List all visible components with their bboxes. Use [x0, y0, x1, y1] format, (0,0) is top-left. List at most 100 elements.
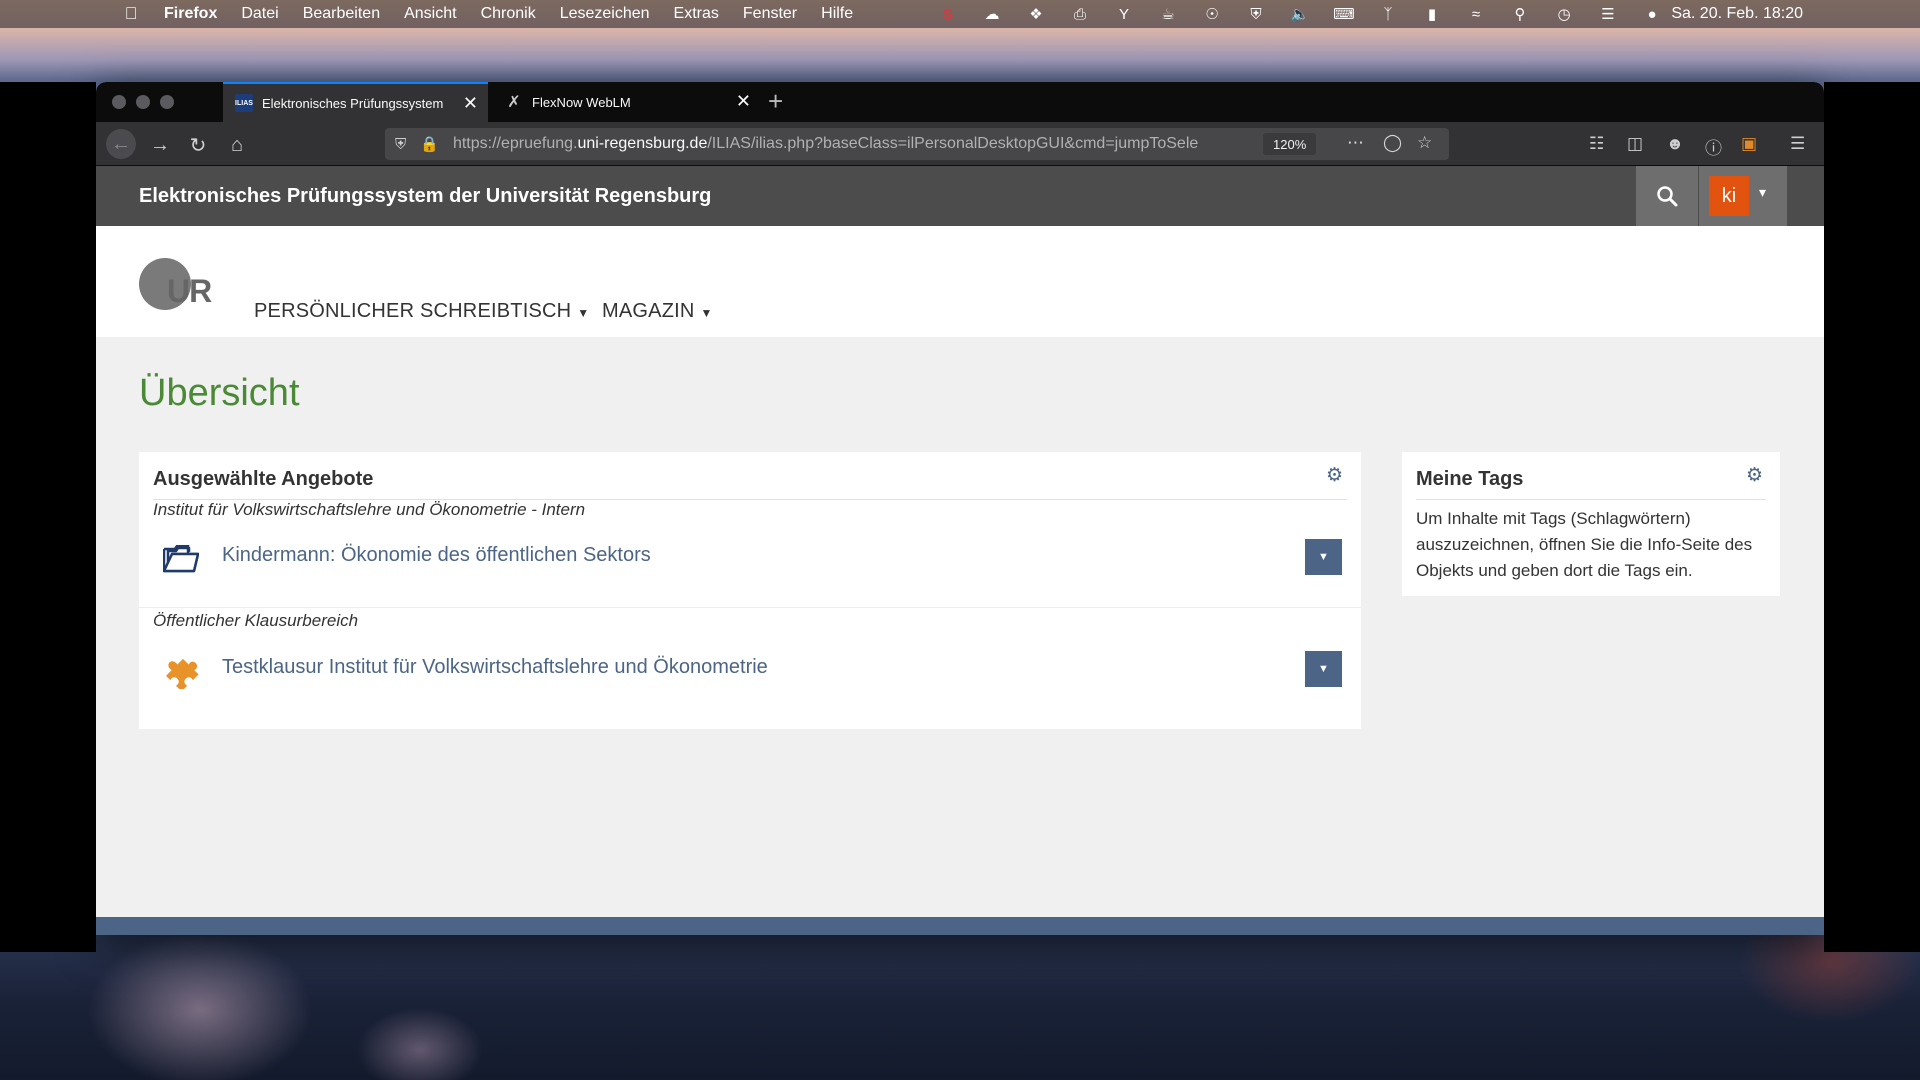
tab-flexnow[interactable]: ✗ FlexNow WebLM ✕ [493, 82, 761, 122]
printer-icon[interactable]: ⎙ [1058, 6, 1102, 23]
actions-dropdown-button[interactable]: ▼ [1305, 539, 1342, 575]
nav-persoenlicher-schreibtisch[interactable]: PERSÖNLICHER SCHREIBTISCH ▼ [254, 300, 589, 323]
new-tab-button[interactable]: + [768, 86, 783, 117]
keyboard-icon[interactable]: ⌨ [1322, 5, 1366, 23]
window-zoom-button[interactable] [160, 95, 174, 109]
selected-offers-panel: Ausgewählte Angebote ⚙ Institut für Volk… [139, 452, 1361, 729]
siri-icon[interactable]: ● [1630, 6, 1674, 23]
app-s-icon[interactable]: S [926, 6, 970, 23]
my-tags-panel: Meine Tags ⚙ Um Inhalte mit Tags (Schlag… [1402, 452, 1780, 596]
antenna-icon[interactable]: Y [1102, 6, 1146, 23]
url-bar[interactable]: ⛨ 🔒 https://epruefung.uni-regensburg.de/… [385, 128, 1449, 160]
volume-icon[interactable]: 🔈 [1278, 5, 1322, 23]
reload-button[interactable]: ↻ [186, 133, 210, 157]
menu-chronik[interactable]: Chronik [481, 5, 536, 23]
page-title: Übersicht [139, 372, 300, 414]
tab-title: Elektronisches Prüfungssystem [262, 95, 444, 111]
battery-icon[interactable]: ▮ [1410, 5, 1454, 23]
menu-ansicht[interactable]: Ansicht [404, 5, 456, 23]
sidebar-icon[interactable]: ◫ [1627, 134, 1643, 154]
list-item: Kindermann: Ökonomie des öffentlichen Se… [139, 523, 1361, 593]
user-menu-button[interactable]: ki ▾ [1699, 166, 1787, 226]
forward-button[interactable]: → [148, 133, 172, 157]
onepassword-icon[interactable]: ☉ [1190, 5, 1234, 23]
spotlight-search-icon[interactable]: ⚲ [1498, 5, 1542, 23]
gear-icon[interactable]: ⚙ [1326, 464, 1343, 487]
site-header: Elektronisches Prüfungssystem der Univer… [96, 166, 1824, 226]
desktop-shadow-right [1824, 82, 1920, 952]
nav-magazin[interactable]: MAGAZIN ▼ [602, 300, 713, 323]
firefox-window: ILIAS Elektronisches Prüfungssystem ✕ ✗ … [96, 82, 1824, 935]
status-icons: S ☁ ❖ ⎙ Y ☕ ☉ ⛨ 🔈 ⌨ ᛉ ▮ ≈ ⚲ ◷ ☰ ● [926, 0, 1674, 28]
main-navigation: UR PERSÖNLICHER SCHREIBTISCH ▼ MAGAZIN ▼ [96, 226, 1824, 337]
tab-ilias[interactable]: ILIAS Elektronisches Prüfungssystem ✕ [223, 82, 488, 122]
actions-dropdown-button[interactable]: ▼ [1305, 651, 1342, 687]
control-center-icon[interactable]: ☰ [1586, 5, 1630, 23]
zoom-indicator[interactable]: 120% [1263, 133, 1317, 155]
search-icon [1657, 186, 1678, 207]
tracking-shield-icon[interactable]: ⛨ [395, 136, 406, 153]
cloud-app-icon[interactable]: ☁ [970, 5, 1014, 23]
panel-heading: Meine Tags [1416, 468, 1524, 490]
divider [139, 607, 1361, 608]
web-page: Elektronisches Prüfungssystem der Univer… [96, 166, 1824, 935]
caret-down-icon: ▼ [577, 306, 590, 320]
search-button[interactable] [1636, 166, 1698, 226]
window-minimize-button[interactable] [136, 95, 150, 109]
puzzle-icon [166, 658, 199, 689]
navigation-toolbar: ← → ↻ ⌂ ⛨ 🔒 https://epruefung.uni-regens… [96, 122, 1824, 166]
bluetooth-icon[interactable]: ᛉ [1366, 6, 1410, 23]
tags-info-text: Um Inhalte mit Tags (Schlagwörtern) ausz… [1416, 509, 1753, 580]
cup-icon[interactable]: ☕ [1146, 5, 1190, 23]
library-icon[interactable]: ☷ [1589, 134, 1604, 154]
extension-icon[interactable]: ⓘ [1705, 134, 1722, 159]
menu-hilfe[interactable]: Hilfe [821, 5, 853, 23]
back-button[interactable]: ← [106, 129, 136, 159]
divider [1416, 499, 1766, 500]
panel-heading: Ausgewählte Angebote [153, 468, 374, 490]
menu-bearbeiten[interactable]: Bearbeiten [303, 5, 380, 23]
page-actions-icon[interactable]: ⋯ [1347, 133, 1364, 153]
folder-icon [163, 545, 199, 573]
flexnow-favicon-icon: ✗ [507, 94, 521, 111]
desktop-shadow-left [0, 82, 96, 952]
pocket-icon[interactable]: ◯ [1383, 133, 1402, 153]
tab-title: FlexNow WebLM [532, 94, 631, 110]
time-machine-icon[interactable]: ◷ [1542, 5, 1586, 23]
menu-fenster[interactable]: Fenster [743, 5, 797, 23]
wifi-icon[interactable]: ≈ [1454, 6, 1498, 23]
account-icon[interactable]: ☻ [1666, 134, 1684, 154]
menubar-clock[interactable]: Sa. 20. Feb. 18:20 [1671, 0, 1803, 28]
ilias-favicon-icon: ILIAS [235, 94, 253, 112]
caret-down-icon[interactable]: ▾ [1759, 184, 1766, 201]
home-button[interactable]: ⌂ [225, 133, 249, 157]
lock-icon[interactable]: 🔒 [420, 135, 439, 153]
extension-orange-icon[interactable]: ▣ [1741, 134, 1757, 154]
site-title[interactable]: Elektronisches Prüfungssystem der Univer… [139, 185, 711, 208]
bookmark-star-icon[interactable]: ☆ [1417, 133, 1432, 153]
university-logo[interactable]: UR [139, 258, 215, 312]
group-label: Institut für Volkswirtschaftslehre und Ö… [153, 500, 586, 519]
page-footer [96, 917, 1824, 935]
menu-lesezeichen[interactable]: Lesezeichen [560, 5, 650, 23]
shield-icon[interactable]: ⛨ [1234, 6, 1278, 23]
menu-app-firefox[interactable]: Firefox [164, 5, 217, 23]
tab-close-icon[interactable]: ✕ [463, 93, 478, 114]
tab-bar: ILIAS Elektronisches Prüfungssystem ✕ ✗ … [96, 82, 1824, 122]
url-text[interactable]: https://epruefung.uni-regensburg.de/ILIA… [453, 135, 1253, 153]
apple-menu-icon[interactable]:  [122, 4, 140, 23]
caret-down-icon: ▼ [700, 306, 713, 320]
hamburger-menu-icon[interactable]: ☰ [1790, 134, 1805, 154]
dropbox-icon[interactable]: ❖ [1014, 5, 1058, 23]
tab-close-icon[interactable]: ✕ [736, 91, 751, 112]
group-label: Öffentlicher Klausurbereich [153, 611, 359, 630]
course-link[interactable]: Kindermann: Ökonomie des öffentlichen Se… [222, 544, 651, 567]
avatar[interactable]: ki [1709, 176, 1749, 216]
logo-text: UR [167, 273, 212, 309]
list-item: Testklausur Institut für Volkswirtschaft… [139, 635, 1361, 705]
menu-datei[interactable]: Datei [241, 5, 278, 23]
gear-icon[interactable]: ⚙ [1746, 464, 1763, 487]
window-close-button[interactable] [112, 95, 126, 109]
test-link[interactable]: Testklausur Institut für Volkswirtschaft… [222, 656, 768, 679]
menu-extras[interactable]: Extras [674, 5, 719, 23]
